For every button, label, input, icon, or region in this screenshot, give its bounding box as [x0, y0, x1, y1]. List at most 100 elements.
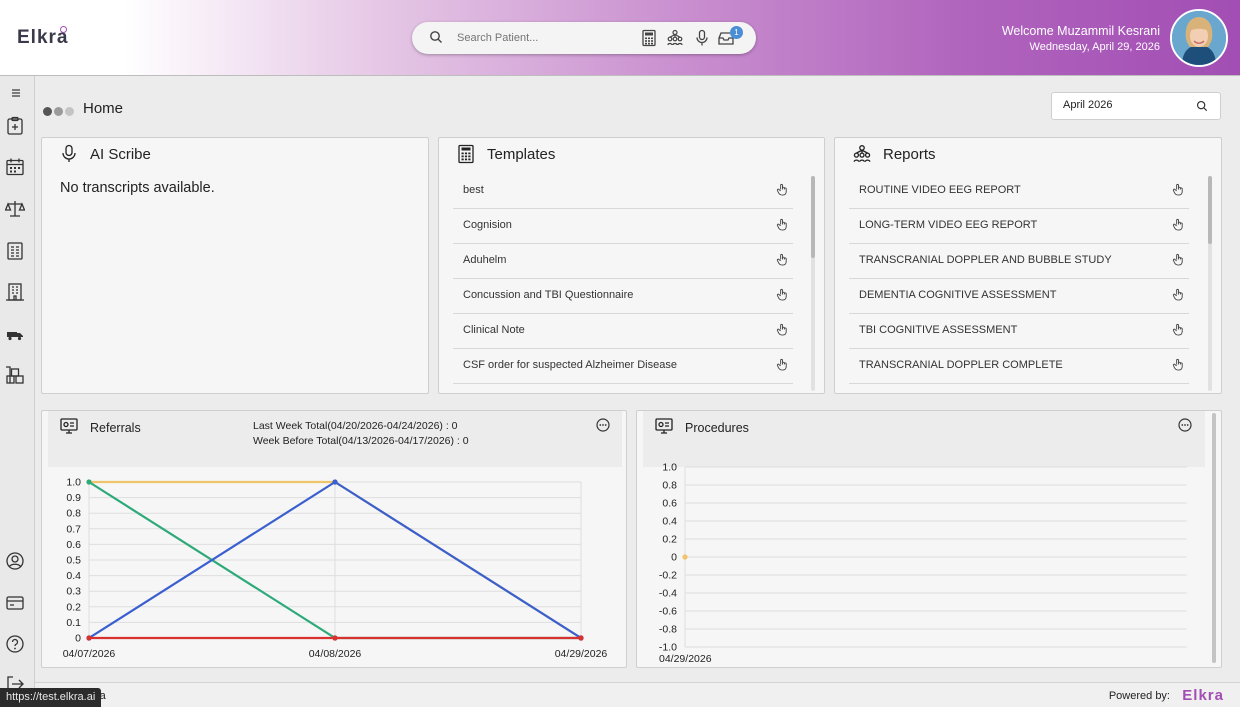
procedures-scroll-thumb[interactable]	[1212, 413, 1216, 663]
dot	[65, 107, 74, 116]
procedures-title: Procedures	[685, 421, 749, 435]
y-tick-label: 0	[75, 633, 81, 645]
x-tick-label: 04/29/2026	[659, 653, 712, 665]
y-tick-label: 0.2	[66, 601, 81, 613]
y-tick-label: 0.9	[66, 492, 81, 504]
y-tick-label: -0.8	[659, 624, 677, 636]
report-label: LONG-TERM VIDEO EEG REPORT	[859, 219, 1038, 231]
report-item[interactable]: TRANSCRANIAL DOPPLER COMPLETE	[849, 349, 1189, 384]
inventory-boxes-icon[interactable]	[5, 365, 25, 385]
app-header: Elkra 1 Welcome Muzammil Kesrani Wednesd…	[0, 0, 1240, 76]
y-tick-label: 1.0	[66, 477, 81, 489]
report-item[interactable]: LONG-TERM VIDEO EEG REPORT	[849, 209, 1189, 244]
sidebar	[0, 76, 35, 707]
y-tick-label: -0.2	[659, 570, 677, 582]
hand-pointer-icon[interactable]	[1172, 183, 1185, 196]
x-tick-label: 04/08/2026	[309, 648, 362, 660]
building-icon[interactable]	[5, 282, 25, 302]
y-tick-label: 0.3	[66, 586, 81, 598]
user-avatar[interactable]	[1170, 9, 1228, 67]
search-icon[interactable]	[1196, 100, 1208, 112]
hierarchy-icon[interactable]	[666, 29, 684, 47]
billing-document-icon[interactable]	[5, 241, 25, 261]
reports-title: Reports	[883, 146, 936, 163]
report-label: DEMENTIA COGNITIVE ASSESSMENT	[859, 289, 1057, 301]
calculator-icon	[458, 144, 474, 164]
month-input[interactable]	[1063, 99, 1183, 111]
hand-pointer-icon[interactable]	[776, 323, 789, 336]
hand-pointer-icon[interactable]	[1172, 218, 1185, 231]
month-picker[interactable]	[1051, 92, 1221, 120]
procedures-chart: 1.0 0.8 0.6 0.4 0.2 0 -0.2 -0.4 -0.6 -0.8 -1.004/2…	[659, 462, 1187, 665]
y-tick-label: 0.2	[662, 534, 677, 546]
powered-by-label: Powered by:	[1108, 690, 1170, 702]
templates-scroll-thumb[interactable]	[811, 176, 815, 258]
report-item[interactable]: TBI COGNITIVE ASSESSMENT	[849, 314, 1189, 349]
microphone-icon[interactable]	[693, 29, 711, 47]
window-dots	[43, 103, 76, 121]
clipboard-medical-icon[interactable]	[5, 116, 25, 136]
template-item[interactable]: Clinical Note	[453, 314, 793, 349]
template-item[interactable]: CSF order for suspected Alzheimer Diseas…	[453, 349, 793, 384]
hand-pointer-icon[interactable]	[1172, 358, 1185, 371]
referrals-chart: 1.0 0.9 0.8 0.7 0.6 0.5 0.4 0.3 0.2 0.1 0 04/07/202…	[63, 477, 608, 661]
balance-scale-icon[interactable]	[5, 199, 25, 219]
report-item[interactable]: DEMENTIA COGNITIVE ASSESSMENT	[849, 279, 1189, 314]
y-tick-label: 0	[671, 552, 677, 564]
reports-list: ROUTINE VIDEO EEG REPORT LONG-TERM VIDEO…	[849, 174, 1189, 384]
y-tick-label: 0.7	[66, 523, 81, 535]
help-icon[interactable]	[5, 634, 25, 654]
notification-badge[interactable]: 1	[730, 26, 743, 39]
ai-scribe-card: AI Scribe No transcripts available.	[41, 137, 429, 394]
template-item[interactable]: Cognision	[453, 209, 793, 244]
hand-pointer-icon[interactable]	[776, 218, 789, 231]
y-tick-label: 1.0	[662, 462, 677, 474]
hand-pointer-icon[interactable]	[1172, 323, 1185, 336]
y-tick-label: -1.0	[659, 642, 677, 654]
payment-card-icon[interactable]	[5, 593, 25, 613]
search-patient-input[interactable]	[457, 29, 637, 47]
procedures-card: Procedures 1.0 0.8 0.6 0.4 0.2 0 -0.2 -0.4 -0.6 -…	[636, 410, 1222, 668]
reports-card: Reports ROUTINE VIDEO EEG REPORT LONG-TE…	[834, 137, 1222, 394]
hand-pointer-icon[interactable]	[776, 183, 789, 196]
data-point	[682, 554, 688, 560]
calculator-icon[interactable]	[640, 29, 658, 47]
hand-pointer-icon[interactable]	[1172, 288, 1185, 301]
hand-pointer-icon[interactable]	[776, 253, 789, 266]
footer-logo[interactable]: Elkra	[1182, 687, 1224, 704]
logo-mark	[60, 26, 67, 33]
current-date: Wednesday, April 29, 2026	[1029, 41, 1160, 53]
y-tick-label: 0.4	[66, 570, 81, 582]
data-point	[578, 635, 584, 641]
y-tick-label: 0.6	[66, 539, 81, 551]
y-tick-label: 0.4	[662, 516, 677, 528]
page-title: Home	[83, 100, 124, 117]
reports-scroll-thumb[interactable]	[1208, 176, 1212, 244]
report-item[interactable]: ROUTINE VIDEO EEG REPORT	[849, 174, 1189, 209]
template-item[interactable]: best	[453, 174, 793, 209]
hand-pointer-icon[interactable]	[1172, 253, 1185, 266]
footer: Powered by: Elkra	[35, 682, 1240, 707]
report-item[interactable]: TRANSCRANIAL DOPPLER AND BUBBLE STUDY	[849, 244, 1189, 279]
hand-pointer-icon[interactable]	[776, 288, 789, 301]
y-tick-label: 0.8	[66, 508, 81, 520]
more-options-icon[interactable]	[1178, 418, 1192, 432]
template-item[interactable]: Aduhelm	[453, 244, 793, 279]
hand-pointer-icon[interactable]	[776, 358, 789, 371]
more-options-icon[interactable]	[596, 418, 610, 432]
truck-icon[interactable]	[5, 324, 25, 344]
template-item[interactable]: Concussion and TBI Questionnaire	[453, 279, 793, 314]
template-label: best	[463, 184, 484, 196]
empty-message: No transcripts available.	[60, 180, 215, 196]
microphone-icon	[62, 144, 76, 162]
calendar-icon[interactable]	[5, 157, 25, 177]
y-tick-label: 0.8	[662, 480, 677, 492]
menu-icon[interactable]	[9, 86, 23, 100]
user-profile-icon[interactable]	[5, 551, 25, 571]
templates-title: Templates	[487, 146, 556, 163]
templates-list: best Cognision Aduhelm Concussion and TB…	[453, 174, 793, 384]
status-url-tooltip: https://test.elkra.ai	[0, 688, 102, 707]
patient-search-bar	[412, 22, 756, 54]
template-label: Cognision	[463, 219, 512, 231]
hierarchy-icon	[853, 145, 871, 162]
